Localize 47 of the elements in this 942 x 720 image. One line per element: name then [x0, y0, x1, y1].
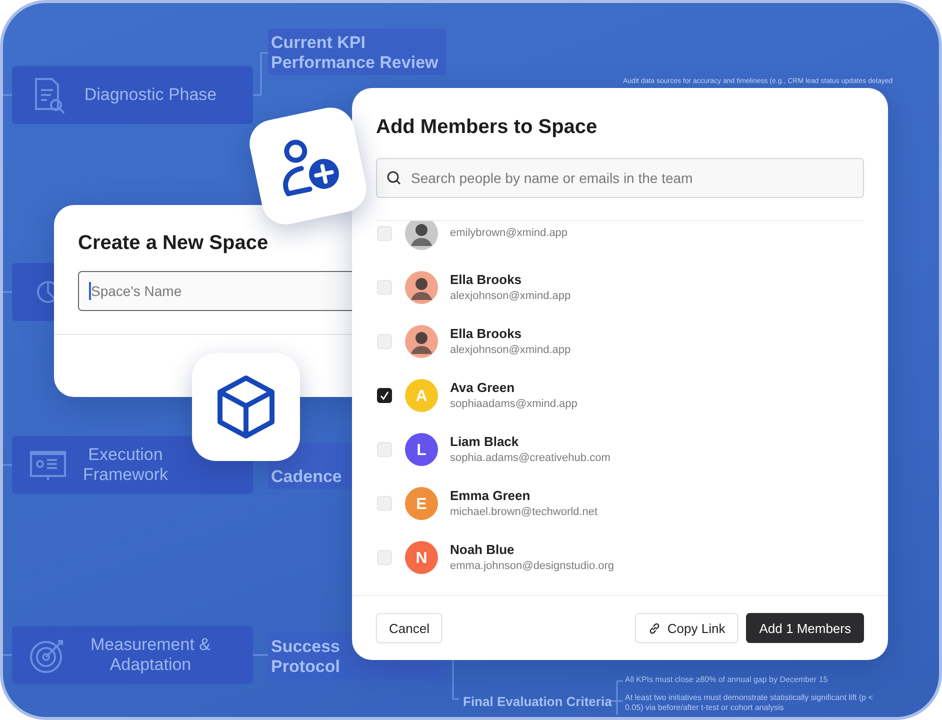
- connector-line: [3, 94, 12, 96]
- node-label: Measurement & Adaptation: [90, 635, 212, 675]
- avatar-initial: E: [405, 486, 438, 520]
- connector-line: [3, 291, 12, 293]
- node-label: Execution Framework: [82, 445, 169, 485]
- cancel-button[interactable]: Cancel: [376, 613, 442, 644]
- member-email: alexjohnson@xmind.app: [450, 344, 571, 356]
- node-label: Performance Review: [271, 53, 438, 73]
- node-label: Cadence: [271, 467, 342, 487]
- search-icon: [386, 170, 402, 186]
- member-email: emilybrown@xmind.app: [450, 227, 568, 239]
- copy-link-button[interactable]: Copy Link: [635, 613, 738, 644]
- node-note: At least two initiatives must demonstrate statistically significant lift (p < 0.05) via before/after t-test or cohort analysis: [625, 693, 874, 713]
- member-email: emma.johnson@designstudio.org: [450, 560, 614, 572]
- connector-line: [253, 52, 268, 96]
- avatar-initial: N: [405, 540, 438, 574]
- member-name: Ella Brooks: [450, 272, 523, 287]
- node-label: Current KPI: [271, 33, 366, 53]
- connector-line: [3, 654, 12, 656]
- member-name: Emma Green: [450, 488, 532, 503]
- connector-line: [253, 654, 268, 656]
- dialog-title: Create a New Space: [78, 232, 268, 255]
- node-label: Protocol: [271, 657, 340, 677]
- member-email: sophia.adams@creativehub.com: [450, 452, 610, 464]
- add-members-button[interactable]: Add 1 Members: [746, 613, 864, 644]
- member-name: Ava Green: [450, 380, 516, 395]
- node-label: Final Evaluation Criteria: [463, 694, 612, 709]
- member-email: michael.brown@techworld.net: [450, 506, 598, 518]
- presentation-icon: [30, 451, 66, 481]
- avatar-initial: A: [405, 378, 438, 412]
- member-name: Noah Blue: [450, 542, 516, 557]
- document-search-icon: [35, 78, 65, 114]
- target-icon: [30, 640, 63, 673]
- link-icon: [648, 622, 662, 635]
- connector-line: [452, 659, 459, 700]
- search-field[interactable]: Search people by name or emails in the team: [376, 158, 864, 198]
- node-label: Diagnostic Phase: [83, 85, 218, 105]
- connector-line: [3, 464, 12, 466]
- member-email: sophiaadams@xmind.app: [450, 398, 578, 410]
- node-label: Success: [271, 637, 340, 657]
- member-email: alexjohnson@xmind.app: [450, 290, 571, 302]
- member-name: Ella Brooks: [450, 326, 523, 341]
- avatar-initial: L: [405, 432, 438, 466]
- dialog-title: Add Members to Space: [375, 115, 598, 139]
- node-note: All KPIs must close ≥80% of annual gap by December 15: [625, 675, 829, 685]
- checkbox[interactable]: [377, 388, 392, 402]
- member-name: Liam Black: [450, 434, 520, 449]
